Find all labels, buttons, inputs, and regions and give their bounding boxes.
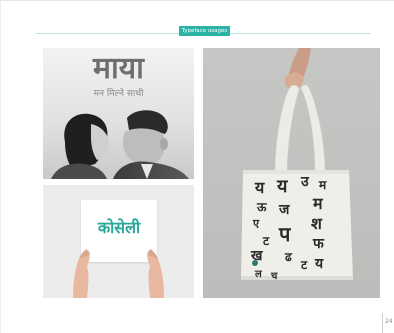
tote-glyph: ए: [253, 217, 260, 230]
tote-glyph: श: [311, 214, 322, 233]
tote-glyph: ज: [279, 202, 290, 218]
tote-glyph: म: [319, 178, 327, 192]
page-number: 24: [385, 318, 393, 325]
tote-glyph: य: [315, 256, 324, 272]
book-image: कोसेली: [43, 185, 194, 298]
tote-glyph: ट: [301, 258, 308, 272]
poster-image: माया मन मिल्ने साथी: [43, 48, 194, 179]
tote-glyph: य: [277, 176, 288, 197]
tote-typography: य य उ म म ऊ ज श ए प ट फ ख ढ ट य ल च: [249, 172, 335, 298]
poster-title: माया: [93, 51, 144, 86]
couple-photo: [51, 110, 189, 179]
page-number-divider: [382, 313, 383, 333]
page-left-edge: [0, 0, 1, 333]
poster-subtitle: मन मिल्ने साथी: [93, 89, 144, 99]
tote-glyph: प: [279, 222, 291, 246]
tote-glyph: ऊ: [257, 200, 267, 214]
tote-glyph: ढ: [285, 250, 292, 264]
document-page: Typeface usages माया मन मिल्ने साथी कोसे…: [0, 0, 394, 333]
tote-glyph: फ: [313, 236, 324, 252]
tote-glyph: म: [313, 194, 323, 213]
tote-glyph: च: [271, 271, 278, 282]
tote-glyph: ख: [251, 248, 263, 264]
section-tag: Typeface usages: [179, 26, 230, 36]
tote-glyph: य: [255, 178, 265, 197]
tote-glyph: ल: [255, 269, 262, 280]
tote-glyph: उ: [301, 174, 309, 190]
tote-bag-image: य य उ म म ऊ ज श ए प ट फ ख ढ ट य ल च: [203, 48, 380, 298]
page-top-edge: [0, 0, 394, 1]
hands-holding-book: [73, 249, 164, 298]
tote-glyph: ट: [263, 234, 270, 248]
